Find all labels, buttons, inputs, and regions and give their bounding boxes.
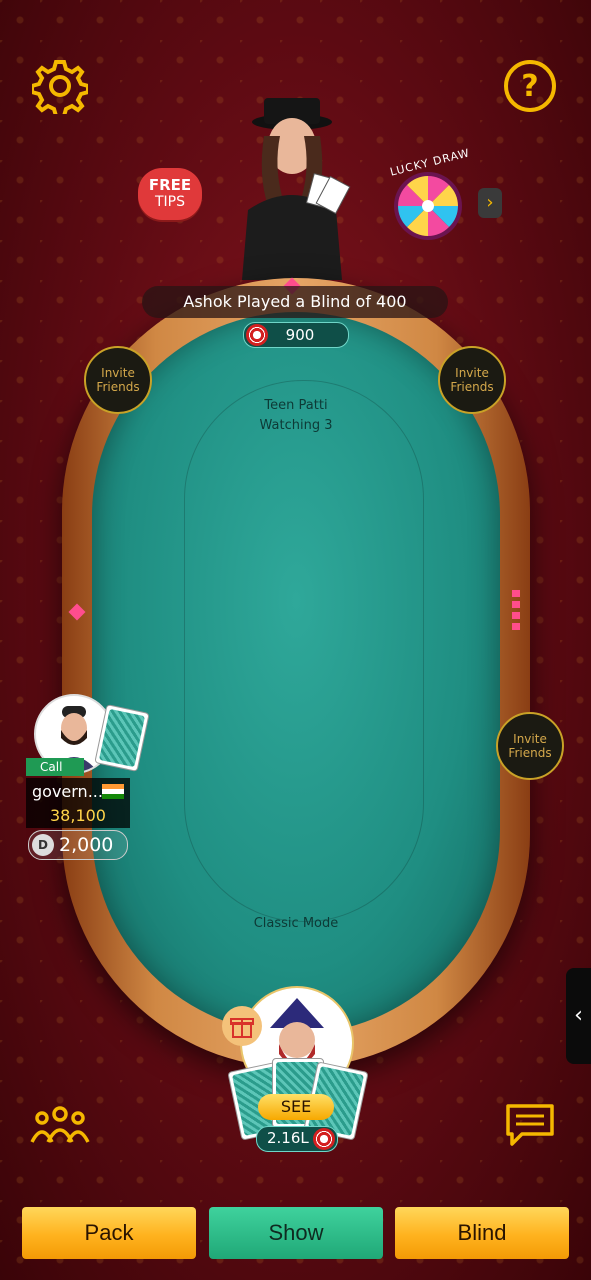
- pack-button[interactable]: Pack: [22, 1207, 196, 1259]
- side-panel-toggle[interactable]: ‹: [566, 968, 591, 1064]
- gift-button[interactable]: [222, 1006, 262, 1046]
- game-mode: Classic Mode: [253, 916, 339, 931]
- show-button[interactable]: Show: [209, 1207, 383, 1259]
- free-tips-line2: TIPS: [154, 194, 185, 210]
- opponent-chips: 38,100: [50, 806, 106, 825]
- opponent-balance-amount: 2,000: [59, 834, 114, 856]
- table-inner-line: [184, 380, 424, 922]
- chip-icon: [313, 1128, 335, 1150]
- opponent-balance: D 2,000: [28, 830, 128, 860]
- free-tips-line1: FREE: [148, 176, 192, 194]
- chat-button[interactable]: [504, 1102, 556, 1152]
- opponent-info-panel: govern... 38,100: [26, 778, 130, 828]
- free-tips-badge[interactable]: FREE TIPS: [138, 168, 202, 220]
- chevron-right-icon: ›: [478, 188, 502, 218]
- gift-icon: [230, 1018, 254, 1038]
- self-amount-display: 2.16L: [256, 1126, 338, 1152]
- question-icon: ?: [504, 60, 556, 112]
- settings-button[interactable]: [32, 58, 88, 114]
- see-button[interactable]: SEE: [258, 1094, 334, 1120]
- pot-display: 900: [243, 322, 349, 348]
- invite-friends-seat-lower-right[interactable]: Invite Friends: [496, 712, 564, 780]
- coin-icon: D: [32, 834, 54, 856]
- svg-text:?: ?: [521, 69, 538, 104]
- watching-count: Watching 3: [259, 418, 333, 433]
- india-flag-icon: [102, 784, 124, 799]
- gear-icon: [32, 60, 88, 114]
- invite-friends-seat-left[interactable]: Invite Friends: [84, 346, 152, 414]
- gem-right: [512, 590, 520, 634]
- pot-amount: 900: [285, 326, 315, 344]
- game-name: Teen Patti: [264, 398, 328, 413]
- wheel-icon: [394, 172, 462, 240]
- users-icon: [30, 1106, 90, 1143]
- help-button[interactable]: ?: [502, 58, 558, 114]
- dealer-avatar: [222, 96, 362, 280]
- chevron-left-icon: ‹: [574, 1003, 583, 1028]
- invite-friends-seat-right[interactable]: Invite Friends: [438, 346, 506, 414]
- chat-icon: [506, 1104, 554, 1146]
- game-notice: Ashok Played a Blind of 400: [142, 286, 448, 318]
- blind-button[interactable]: Blind: [395, 1207, 569, 1259]
- opponent-name: govern...: [32, 782, 103, 801]
- self-amount: 2.16L: [267, 1129, 309, 1147]
- lucky-draw-button[interactable]: LUCKY DRAW ›: [386, 146, 504, 242]
- players-button[interactable]: [30, 1104, 90, 1148]
- opponent-status: Call: [26, 758, 84, 776]
